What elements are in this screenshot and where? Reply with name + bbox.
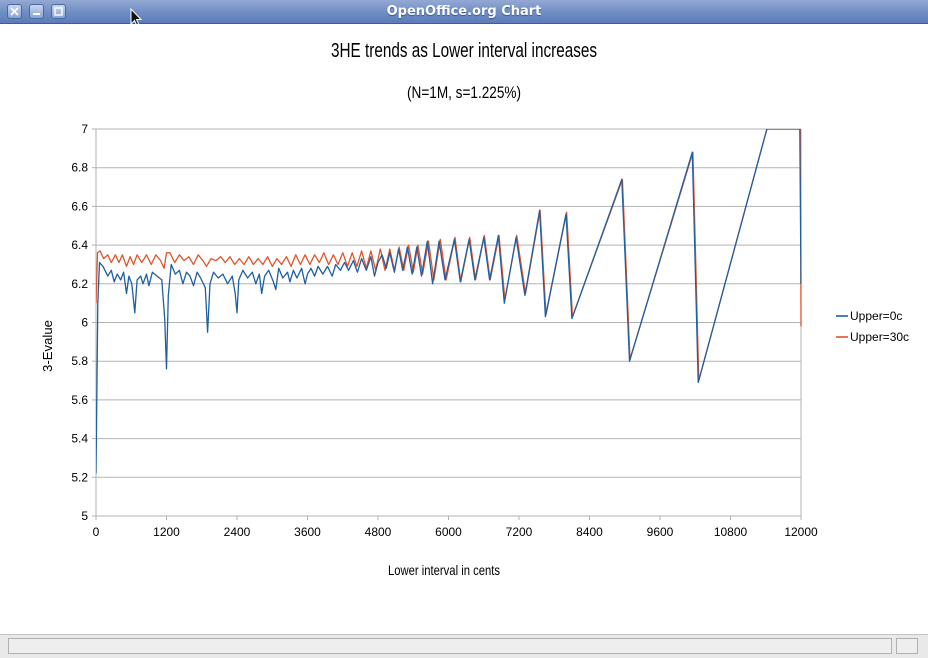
grid-lines [92, 128, 801, 517]
y-axis-label: 3-Evalue [40, 320, 55, 372]
x-tick-label: 7200 [506, 525, 533, 539]
x-tick-label: 9600 [647, 525, 674, 539]
x-tick-label: 0 [93, 525, 100, 539]
y-tick-label: 6.4 [71, 238, 88, 252]
y-tick-label: 5.6 [71, 393, 88, 407]
x-tick-label: 8400 [576, 525, 603, 539]
y-tick-label: 5.8 [71, 354, 88, 368]
y-tick-label: 6.6 [71, 199, 88, 213]
x-tick-label: 6000 [435, 525, 462, 539]
legend: Upper=0c Upper=30c [836, 309, 909, 344]
x-tick-label: 2400 [224, 525, 251, 539]
x-tick-label: 3600 [294, 525, 321, 539]
chart-area: 3HE trends as Lower interval increases (… [0, 24, 928, 634]
status-bar [0, 634, 928, 658]
chart-window: OpenOffice.org Chart 3HE trends as Lower… [0, 0, 928, 658]
x-axis-label: Lower interval in cents [388, 562, 500, 578]
y-tick-label: 6.8 [71, 161, 88, 175]
y-tick-label: 6.2 [71, 277, 88, 291]
status-field-resize [896, 638, 918, 654]
legend-label: Upper=0c [850, 309, 902, 323]
series-line-upper-0c [96, 129, 802, 474]
x-tick-label: 10800 [714, 525, 748, 539]
y-tick-labels: 5 5.2 5.4 5.6 5.8 6 6.2 6.4 6.6 6.8 7 [71, 122, 88, 523]
chart-svg: 3HE trends as Lower interval increases (… [40, 40, 909, 578]
legend-label: Upper=30c [850, 330, 909, 344]
plot-series [96, 129, 802, 474]
chart-title: 3HE trends as Lower interval increases [331, 40, 597, 62]
y-tick-label: 5 [81, 509, 88, 523]
y-tick-label: 5.2 [71, 470, 88, 484]
x-tick-label: 1200 [153, 525, 180, 539]
x-tick-label: 12000 [784, 525, 818, 539]
x-tick-labels: 0 1200 2400 3600 4800 6000 7200 8400 9600 10800 12… [93, 525, 818, 539]
y-tick-label: 7 [81, 122, 88, 136]
chart-subtitle: (N=1M, s=1.225%) [407, 83, 521, 102]
x-tick-label: 4800 [365, 525, 392, 539]
status-field-main [8, 638, 892, 654]
axes [95, 129, 802, 520]
y-tick-label: 6 [81, 316, 88, 330]
y-tick-label: 5.4 [71, 432, 88, 446]
